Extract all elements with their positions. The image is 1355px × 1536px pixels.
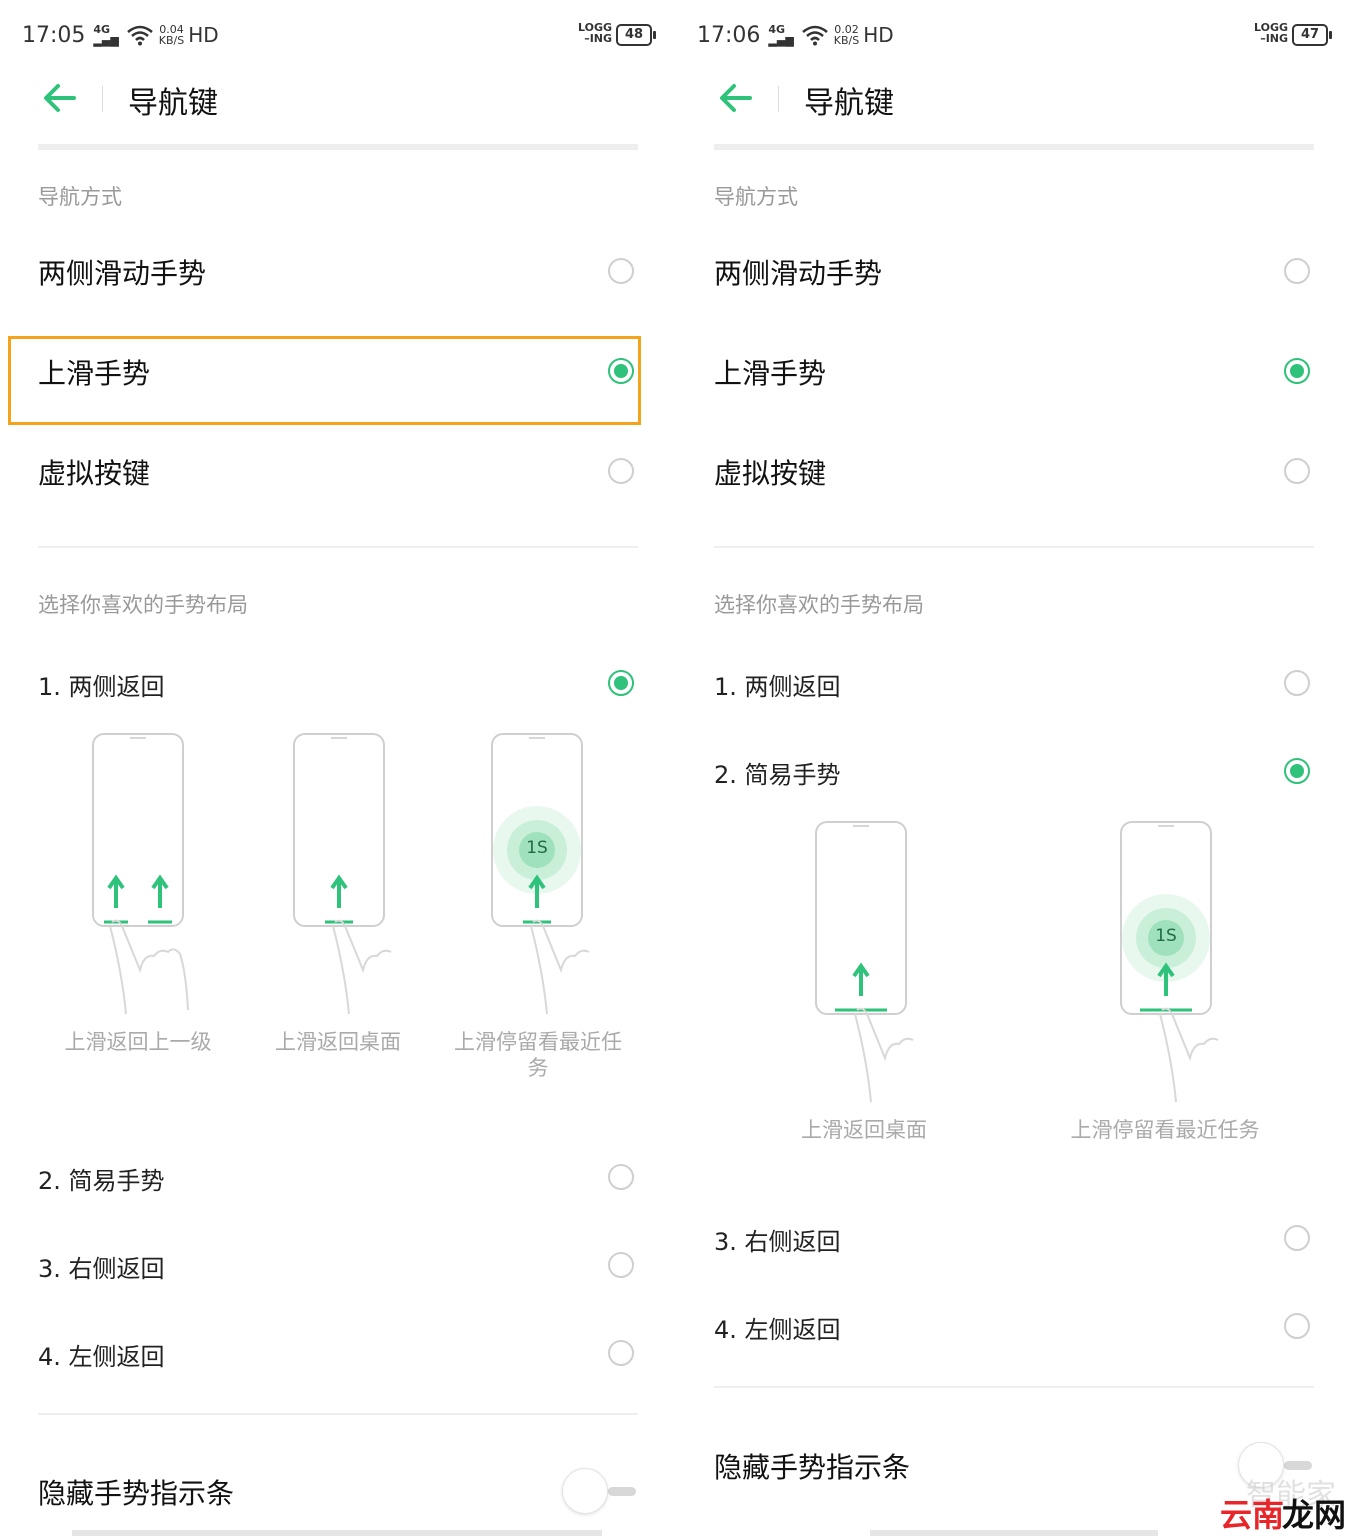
page-title: 导航键	[128, 86, 218, 121]
layout-simple-gesture[interactable]: 2. 简易手势	[38, 1161, 165, 1196]
hide-indicator-toggle[interactable]	[1284, 1461, 1312, 1470]
hd-indicator: HD	[863, 23, 894, 47]
layout-both-sides-back-radio[interactable]	[1284, 670, 1310, 696]
layout-right-back-radio[interactable]	[1284, 1225, 1310, 1251]
nav-option-swipe-up[interactable]: 上滑手势	[714, 352, 826, 392]
gesture-illustration-recents	[491, 733, 590, 1015]
nav-option-swipe-up-radio[interactable]	[1284, 358, 1310, 384]
wifi-icon	[801, 25, 828, 46]
status-bar: 17:06 4G ▂▄▆ 0.02 KB/S HD	[697, 18, 894, 52]
layout-left-back-radio[interactable]	[1284, 1313, 1310, 1339]
header-divider	[714, 144, 1314, 150]
hide-indicator-toggle[interactable]	[608, 1487, 636, 1496]
bottom-scroll-hint	[870, 1530, 1158, 1536]
back-arrow-icon[interactable]	[716, 80, 756, 116]
status-time: 17:05	[22, 22, 86, 48]
logging-indicator: LOGG –ING	[1254, 21, 1289, 45]
gesture-illustration-home	[815, 821, 914, 1103]
wifi-icon	[126, 25, 153, 46]
gesture-illustration-recents	[1120, 821, 1219, 1103]
layout-left-back[interactable]: 4. 左侧返回	[38, 1337, 165, 1372]
nav-option-virtual-keys-radio[interactable]	[608, 458, 634, 484]
section-divider	[714, 546, 1314, 548]
section-divider-2	[38, 1413, 638, 1415]
layout-left-back-radio[interactable]	[608, 1340, 634, 1366]
nav-section-title: 导航方式	[38, 185, 122, 209]
illustration-caption-recents: 上滑停留看最近任务	[454, 1030, 622, 1080]
nav-option-virtual-keys[interactable]: 虚拟按键	[38, 452, 150, 492]
bottom-scroll-hint	[72, 1530, 602, 1536]
layout-right-back-radio[interactable]	[608, 1252, 634, 1278]
layout-simple-gesture-radio[interactable]	[608, 1164, 634, 1190]
toggle-knob[interactable]	[562, 1468, 608, 1514]
hold-badge: 1S	[526, 838, 548, 858]
network-speed: 0.02 KB/S	[833, 23, 860, 47]
gesture-illustration-back	[92, 733, 189, 1015]
nav-option-side-swipe-radio[interactable]	[1284, 258, 1310, 284]
layout-simple-gesture[interactable]: 2. 简易手势	[714, 755, 841, 790]
logging-indicator: LOGG –ING	[578, 21, 613, 45]
illustration-caption-recents: 上滑停留看最近任务	[1070, 1118, 1260, 1142]
hide-indicator-label: 隐藏手势指示条	[714, 1451, 911, 1484]
back-arrow-icon[interactable]	[40, 80, 80, 116]
signal-icon: 4G ▂▄▆	[93, 23, 119, 47]
layout-both-sides-back[interactable]: 1. 两侧返回	[38, 667, 165, 702]
nav-option-virtual-keys-radio[interactable]	[1284, 458, 1310, 484]
layout-simple-gesture-radio[interactable]	[1284, 758, 1310, 784]
layout-right-back[interactable]: 3. 右侧返回	[38, 1249, 165, 1284]
signal-icon: 4G ▂▄▆	[768, 23, 794, 47]
left-screenshot: 17:05 4G ▂▄▆ 0.04 KB/S HD LOGG –ING 48 导航键 …	[0, 0, 676, 1536]
status-bar: 17:05 4G ▂▄▆ 0.04 KB/S HD	[22, 18, 219, 52]
nav-option-side-swipe[interactable]: 两侧滑动手势	[38, 252, 206, 292]
section-divider	[38, 546, 638, 548]
layout-left-back[interactable]: 4. 左侧返回	[714, 1310, 841, 1345]
nav-option-side-swipe-radio[interactable]	[608, 258, 634, 284]
layout-both-sides-back[interactable]: 1. 两侧返回	[714, 667, 841, 702]
layout-right-back[interactable]: 3. 右侧返回	[714, 1222, 841, 1257]
header-divider	[38, 144, 638, 150]
watermark-brand-red: 云南	[1220, 1496, 1285, 1534]
layout-both-sides-back-radio[interactable]	[608, 670, 634, 696]
status-time: 17:06	[697, 22, 761, 48]
title-separator	[102, 86, 103, 112]
title-separator	[778, 86, 779, 112]
gesture-illustration-home	[293, 733, 392, 1015]
right-screenshot: 17:06 4G ▂▄▆ 0.02 KB/S HD LOGG –ING 47 导航键 …	[676, 0, 1352, 1536]
layout-section-title: 选择你喜欢的手势布局	[714, 593, 924, 617]
nav-option-swipe-up-radio[interactable]	[608, 358, 634, 384]
illustration-caption-home: 上滑返回桌面	[801, 1118, 927, 1142]
layout-section-title: 选择你喜欢的手势布局	[38, 593, 248, 617]
battery-icon: 47	[1292, 24, 1332, 46]
illustration-caption-back: 上滑返回上一级	[64, 1030, 212, 1054]
nav-option-swipe-up[interactable]: 上滑手势	[38, 352, 150, 392]
nav-option-virtual-keys[interactable]: 虚拟按键	[714, 452, 826, 492]
network-speed: 0.04 KB/S	[158, 23, 185, 47]
hd-indicator: HD	[188, 23, 219, 47]
illustration-caption-home: 上滑返回桌面	[275, 1030, 401, 1054]
hold-badge: 1S	[1155, 926, 1177, 946]
watermark-brand-black: 龙网	[1282, 1496, 1347, 1534]
page-title: 导航键	[804, 86, 894, 121]
section-divider-2	[714, 1386, 1314, 1388]
hide-indicator-label: 隐藏手势指示条	[38, 1477, 235, 1510]
nav-section-title: 导航方式	[714, 185, 798, 209]
battery-icon: 48	[616, 24, 656, 46]
nav-option-side-swipe[interactable]: 两侧滑动手势	[714, 252, 882, 292]
